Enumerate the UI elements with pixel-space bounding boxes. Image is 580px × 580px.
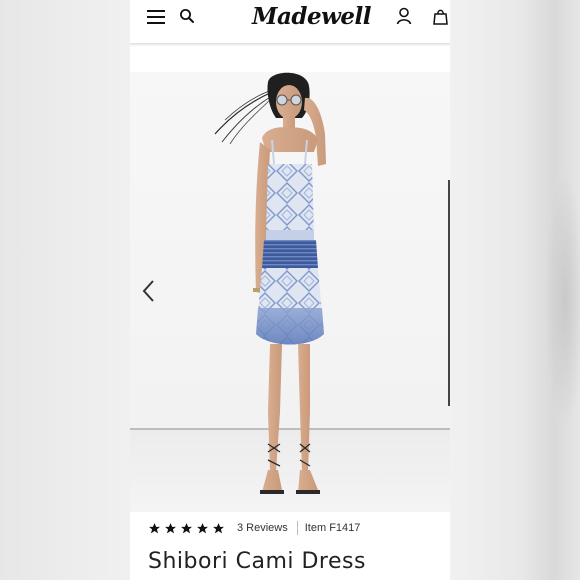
divider: [296, 521, 298, 535]
hamburger-menu-icon[interactable]: [147, 9, 165, 25]
star-rating: [148, 522, 225, 535]
product-image-gallery[interactable]: [130, 72, 450, 512]
gallery-edge-line: [448, 180, 450, 406]
backdrop-right: [450, 0, 580, 580]
brand-logo[interactable]: Madewell: [252, 3, 372, 33]
star-icon: [181, 522, 192, 533]
product-screen: Madewell 3 Reviews Item F1417 Shibori Ca…: [130, 0, 450, 580]
blurred-shape: [545, 170, 580, 430]
star-icon: [149, 522, 160, 533]
product-title: Shibori Cami Dress: [148, 549, 366, 574]
item-number: Item F1417: [304, 522, 361, 534]
site-header: Madewell: [130, 0, 450, 44]
star-icon: [213, 522, 224, 533]
search-icon[interactable]: [179, 8, 195, 24]
shopping-bag-icon[interactable]: [433, 8, 448, 25]
backdrop-left: [0, 0, 130, 580]
account-icon[interactable]: [396, 7, 412, 25]
star-icon: [197, 522, 208, 533]
rating-row: 3 Reviews Item F1417: [148, 520, 448, 536]
product-photo: [214, 72, 326, 494]
star-icon: [165, 522, 176, 533]
reviews-link[interactable]: 3 Reviews: [237, 522, 288, 534]
chevron-left-icon[interactable]: [140, 278, 158, 304]
